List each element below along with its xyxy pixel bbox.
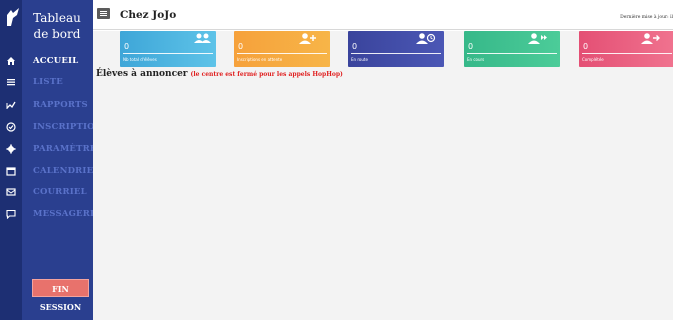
sidebar-item-messagerie[interactable]: MESSAGERIE [0,207,101,221]
card-value: 0 [583,42,589,51]
sidebar-item-calendrier[interactable]: CALENDRIER [0,164,100,178]
page-title: Chez JoJo [120,9,177,21]
gear-icon [6,144,16,154]
chart-icon [6,101,16,109]
email-icon [6,188,16,196]
stat-card-total-eleves[interactable]: 0 Nb total d'élèves [120,31,216,67]
calendar-icon [6,167,16,176]
sidebar-item-parametres[interactable]: PARAMÈTRES [0,142,103,156]
card-divider [351,53,441,54]
badge-check-icon [6,122,16,132]
last-update-text: Dernière mise à jour: il [620,15,673,20]
card-divider [123,53,213,54]
logo-icon [7,8,19,26]
sidebar-item-accueil[interactable]: ACCUEIL [0,54,93,68]
card-label: Nb total d'élèves [123,57,157,62]
card-value: 0 [352,42,358,51]
sidebar-item-courriel[interactable]: COURRIEL [0,185,93,199]
card-value: 0 [468,42,474,51]
user-clock-icon [416,33,436,44]
list-icon [7,79,15,86]
stat-card-en-route[interactable]: 0 En route [348,31,444,67]
section-title: Élèves à annoncer [96,69,188,79]
stat-card-en-cours[interactable]: 0 En cours [464,31,560,67]
sidebar-item-label: RAPPORTS [33,100,88,110]
section-note: (le centre est fermé pour les appels Hop… [190,71,343,78]
sidebar-icon-rail [0,0,22,320]
sidebar-brand: Tableau de bord [33,11,81,41]
home-icon [7,57,15,65]
stat-card-inscriptions-attente[interactable]: 0 Inscriptions en attente [234,31,330,67]
sidebar-item-label: CALENDRIER [33,166,101,176]
sidebar-item-label: MESSAGERIE [33,209,101,219]
sidebar: Tableau de bord ACCUEIL LISTE RAPPORTS I… [0,0,103,320]
card-label: Complétée [582,57,604,62]
chat-icon [6,209,16,219]
section-heading: Élèves à annoncer (le centre est fermé po… [96,69,343,79]
user-forward-icon [528,33,547,44]
card-label: En route [351,57,368,62]
main-content: 0 Nb total d'élèves 0 Inscriptions en at… [93,31,673,320]
card-divider [237,53,327,54]
users-icon [194,33,211,43]
card-divider [467,53,557,54]
sidebar-item-liste[interactable]: LISTE [0,75,93,89]
sidebar-item-label: LISTE [33,77,63,87]
user-arrow-icon [641,33,660,44]
top-bar: Chez JoJo Dernière mise à jour: il [93,0,673,30]
stat-card-completee[interactable]: 0 Complétée [579,31,673,67]
card-label: En cours [467,57,485,62]
card-value: 0 [124,42,130,51]
logout-button[interactable]: FIN SESSION [32,279,89,312]
card-label: Inscriptions en attente [237,57,283,62]
sidebar-item-label: ACCUEIL [33,56,79,66]
sidebar-item-inscription[interactable]: INSCRIPTION [0,120,103,134]
sidebar-item-label: COURRIEL [33,187,87,197]
menu-toggle-icon[interactable] [97,8,110,19]
card-divider [582,53,672,54]
card-value: 0 [238,42,244,51]
user-add-icon [299,33,316,44]
sidebar-item-rapports[interactable]: RAPPORTS [0,98,93,112]
